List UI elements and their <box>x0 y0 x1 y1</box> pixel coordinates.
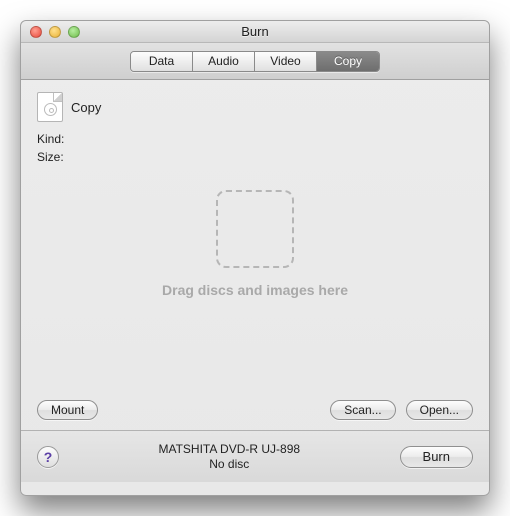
mode-tabs: Data Audio Video Copy <box>130 51 380 72</box>
footer: ? MATSHITA DVD-R UJ-898 No disc Burn <box>21 430 489 482</box>
tab-data[interactable]: Data <box>131 52 193 71</box>
tab-video[interactable]: Video <box>255 52 317 71</box>
toolbar: Data Audio Video Copy <box>21 43 489 80</box>
disc-image-icon <box>37 92 63 122</box>
info-rows: Kind: Size: <box>37 130 473 166</box>
action-row: Mount Scan... Open... <box>21 400 489 430</box>
burn-window: Burn Data Audio Video Copy Copy Kind: Si… <box>20 20 490 496</box>
help-icon: ? <box>44 449 53 465</box>
dropzone-area: Drag discs and images here <box>21 190 489 298</box>
zoom-icon[interactable] <box>68 26 80 38</box>
copy-header: Copy <box>37 92 473 122</box>
minimize-icon[interactable] <box>49 26 61 38</box>
size-row: Size: <box>37 148 473 166</box>
close-icon[interactable] <box>30 26 42 38</box>
window-title: Burn <box>21 24 489 39</box>
scan-button[interactable]: Scan... <box>330 400 395 420</box>
copy-title: Copy <box>71 100 101 115</box>
mount-button[interactable]: Mount <box>37 400 98 420</box>
device-name: MATSHITA DVD-R UJ-898 <box>59 442 400 457</box>
open-button[interactable]: Open... <box>406 400 473 420</box>
dropzone-hint: Drag discs and images here <box>21 282 489 298</box>
titlebar: Burn <box>21 21 489 43</box>
status-text: MATSHITA DVD-R UJ-898 No disc <box>59 442 400 472</box>
right-buttons: Scan... Open... <box>330 400 473 420</box>
burn-button[interactable]: Burn <box>400 446 473 468</box>
kind-label: Kind: <box>37 132 64 146</box>
disc-status: No disc <box>59 457 400 472</box>
dropzone[interactable] <box>216 190 294 268</box>
tab-audio[interactable]: Audio <box>193 52 255 71</box>
size-label: Size: <box>37 150 64 164</box>
traffic-lights <box>21 26 80 38</box>
tab-copy[interactable]: Copy <box>317 52 379 71</box>
kind-row: Kind: <box>37 130 473 148</box>
help-button[interactable]: ? <box>37 446 59 468</box>
content-area: Copy Kind: Size: Drag discs and images h… <box>21 80 489 400</box>
